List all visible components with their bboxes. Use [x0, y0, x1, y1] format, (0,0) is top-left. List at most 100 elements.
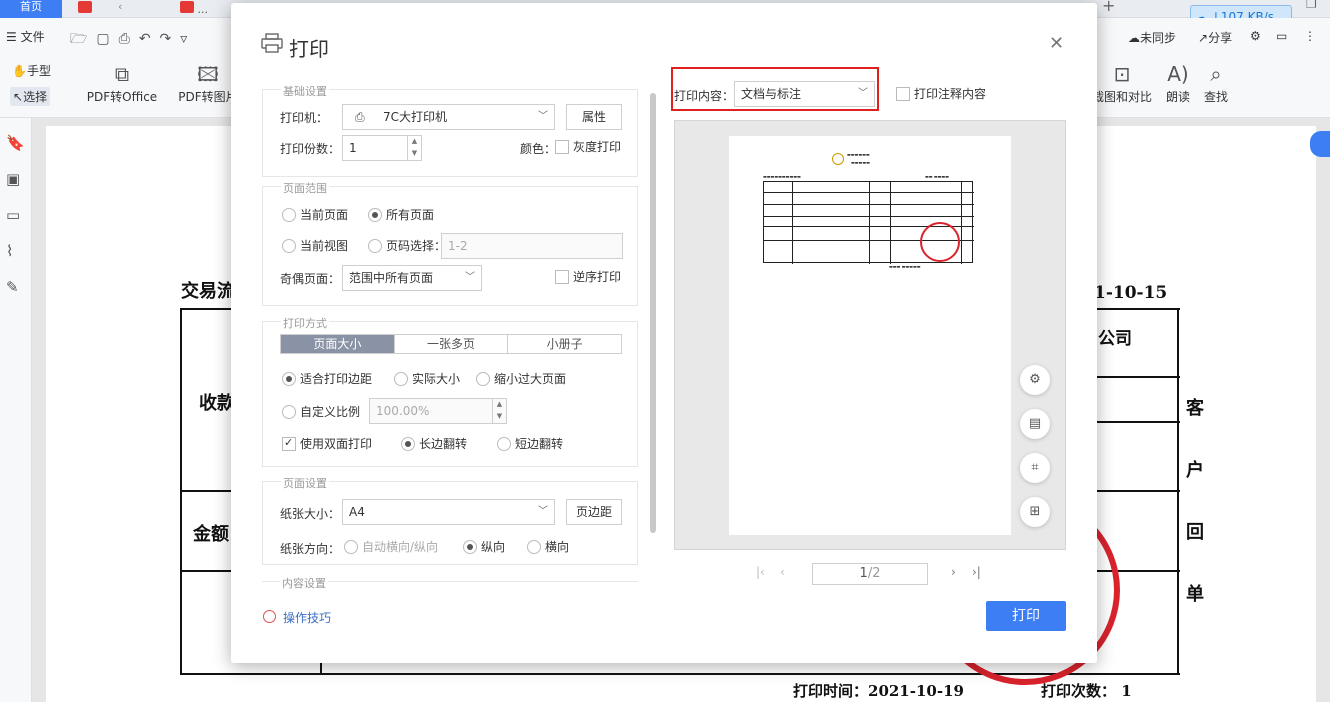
auto-orientation-radio[interactable]: 自动横向/纵向: [344, 540, 438, 554]
signature-icon[interactable]: ✎: [6, 278, 19, 296]
close-icon[interactable]: ✕: [1049, 33, 1064, 54]
redo-icon[interactable]: ↷: [160, 31, 181, 47]
print-method-tabs: 页面大小 一张多页 小册子: [280, 334, 622, 354]
stepper-down-icon[interactable]: ▼: [493, 410, 506, 422]
share-button[interactable]: ↗分享: [1198, 29, 1232, 46]
all-pages-radio[interactable]: 所有页面: [368, 208, 434, 222]
more-icon[interactable]: ⋮: [1304, 29, 1316, 43]
custom-scale-radio[interactable]: 自定义比例: [282, 405, 360, 419]
comment-icon[interactable]: ▭: [1276, 29, 1287, 43]
landscape-radio[interactable]: 横向: [527, 540, 569, 554]
stepper-up-icon[interactable]: ▲: [408, 135, 421, 147]
print-comments-checkbox[interactable]: 打印注释内容: [896, 87, 986, 101]
doc-payee-fragment: 收款: [199, 393, 235, 414]
tab-pdf-2[interactable]: ...: [180, 0, 208, 18]
actual-size-radio[interactable]: 实际大小: [394, 372, 460, 386]
preview-crop-icon[interactable]: ⌗: [1020, 453, 1050, 483]
stepper-down-icon[interactable]: ▼: [408, 147, 421, 159]
settings-scrollbar[interactable]: [650, 93, 656, 533]
preview-fit-icon[interactable]: ⊞: [1020, 497, 1050, 527]
sync-status[interactable]: ☁未同步: [1128, 29, 1176, 46]
tab-home[interactable]: 首页: [0, 0, 62, 18]
chevron-down-icon: ﹀: [538, 506, 548, 517]
print-quick-icon[interactable]: ⎙: [119, 31, 139, 47]
attachment-icon[interactable]: ⌇: [6, 242, 13, 260]
doc-side-char-4: 单: [1186, 584, 1204, 605]
properties-button[interactable]: 属性: [566, 104, 622, 130]
scale-stepper[interactable]: ▲ ▼: [492, 398, 506, 424]
print-content-select[interactable]: 文档与标注 ﹀: [734, 81, 875, 107]
preview-settings-icon[interactable]: ⚙: [1020, 365, 1050, 395]
comment-panel-icon[interactable]: ▭: [6, 206, 20, 224]
printer-select[interactable]: ⎙ 7C大打印机 ﹀: [342, 104, 555, 130]
long-edge-radio[interactable]: 长边翻转: [401, 437, 467, 451]
paper-size-select[interactable]: A4 ﹀: [342, 499, 555, 525]
dropdown-icon[interactable]: ▿: [180, 31, 196, 47]
page-range-title: 页面范围: [281, 180, 329, 196]
odd-even-label: 奇偶页面：: [280, 272, 341, 286]
tab-booklet[interactable]: 小册子: [508, 335, 621, 353]
thumbnail-icon[interactable]: ▣: [6, 170, 20, 188]
tips-link[interactable]: 操作技巧: [283, 609, 331, 626]
current-page-radio[interactable]: 当前页面: [282, 208, 348, 222]
shrink-radio[interactable]: 缩小过大页面: [476, 372, 566, 386]
hand-icon: ✋: [12, 64, 27, 78]
odd-even-select[interactable]: 范围中所有页面 ﹀: [342, 265, 482, 291]
cloud-icon: ☁: [1128, 31, 1140, 45]
copies-stepper[interactable]: ▲ ▼: [407, 135, 421, 161]
settings-icon[interactable]: ⚙: [1250, 29, 1261, 43]
floating-assistant-button[interactable]: [1310, 131, 1330, 157]
preview-table-line: [792, 182, 793, 264]
custom-scale-input[interactable]: 100.00% ▲ ▼: [369, 398, 507, 424]
print-dialog: 打印 ✕ 基础设置 打印机： ⎙ 7C大打印机 ﹀ 属性 打印份数： 1 ▲ ▼ …: [231, 3, 1097, 663]
chevron-down-icon: ﹀: [538, 111, 548, 122]
content-settings-title: 内容设置: [280, 575, 328, 591]
page-total: /2: [867, 566, 881, 581]
tab-multi-page[interactable]: 一张多页: [395, 335, 509, 353]
margins-button[interactable]: 页边距: [566, 499, 622, 525]
content-settings-group: 内容设置: [262, 575, 638, 591]
find-button[interactable]: ⌕ 查找: [1184, 60, 1248, 105]
doc-amount-fragment: 金额: [193, 524, 229, 545]
bookmark-icon[interactable]: 🔖: [6, 134, 25, 152]
page-range-input[interactable]: 1-2: [441, 233, 623, 259]
print-button[interactable]: 打印: [986, 601, 1066, 631]
page-current: 1: [859, 566, 868, 581]
save-icon[interactable]: ▢: [96, 31, 118, 47]
copies-input[interactable]: 1 ▲ ▼: [342, 135, 422, 161]
doc-table-line: [1177, 308, 1179, 675]
crop-compare-button[interactable]: ⊡ 截图和对比: [1090, 60, 1154, 105]
undo-icon[interactable]: ↶: [139, 31, 160, 47]
paper-size-value: A4: [349, 505, 365, 519]
print-content-value: 文档与标注: [741, 87, 802, 101]
last-page-icon[interactable]: ›|: [972, 565, 981, 579]
window-restore-icon[interactable]: ❐: [1306, 0, 1317, 11]
current-view-radio[interactable]: 当前视图: [282, 239, 348, 253]
find-label: 查找: [1203, 90, 1228, 104]
reverse-print-checkbox[interactable]: 逆序打印: [555, 270, 621, 284]
grayscale-checkbox[interactable]: 灰度打印: [555, 140, 621, 154]
tab-pdf-1[interactable]: [78, 0, 92, 18]
portrait-radio[interactable]: 纵向: [463, 540, 505, 554]
open-folder-icon[interactable]: 🗁: [70, 31, 96, 47]
page-select-radio[interactable]: 页码选择：: [368, 239, 446, 253]
pdf-to-office-button[interactable]: ⧉ PDF转Office: [84, 60, 160, 105]
page-indicator[interactable]: 1/2: [812, 563, 928, 585]
new-tab-icon[interactable]: +: [1102, 0, 1115, 15]
stepper-up-icon[interactable]: ▲: [493, 398, 506, 410]
short-edge-radio[interactable]: 短边翻转: [497, 437, 563, 451]
odd-even-value: 范围中所有页面: [349, 271, 434, 285]
hand-tool[interactable]: ✋手型: [12, 62, 51, 79]
select-tool[interactable]: ↖选择: [10, 87, 51, 106]
duplex-checkbox[interactable]: 使用双面打印: [282, 436, 372, 451]
file-menu[interactable]: ☰ 文件: [6, 28, 45, 45]
quick-access-icons[interactable]: 🗁▢⎙↶↷▿: [70, 28, 196, 52]
fit-margin-radio[interactable]: 适合打印边距: [282, 372, 372, 386]
prev-page-icon[interactable]: ‹: [780, 565, 785, 579]
next-page-icon[interactable]: ›: [951, 565, 956, 579]
first-page-icon[interactable]: |‹: [756, 565, 765, 579]
preview-pager: |‹ ‹ 1/2 › ›|: [751, 563, 991, 585]
tab-page-size[interactable]: 页面大小: [281, 335, 395, 353]
tab-back-icon[interactable]: ‹: [118, 0, 122, 18]
preview-page-icon[interactable]: ▤: [1020, 409, 1050, 439]
